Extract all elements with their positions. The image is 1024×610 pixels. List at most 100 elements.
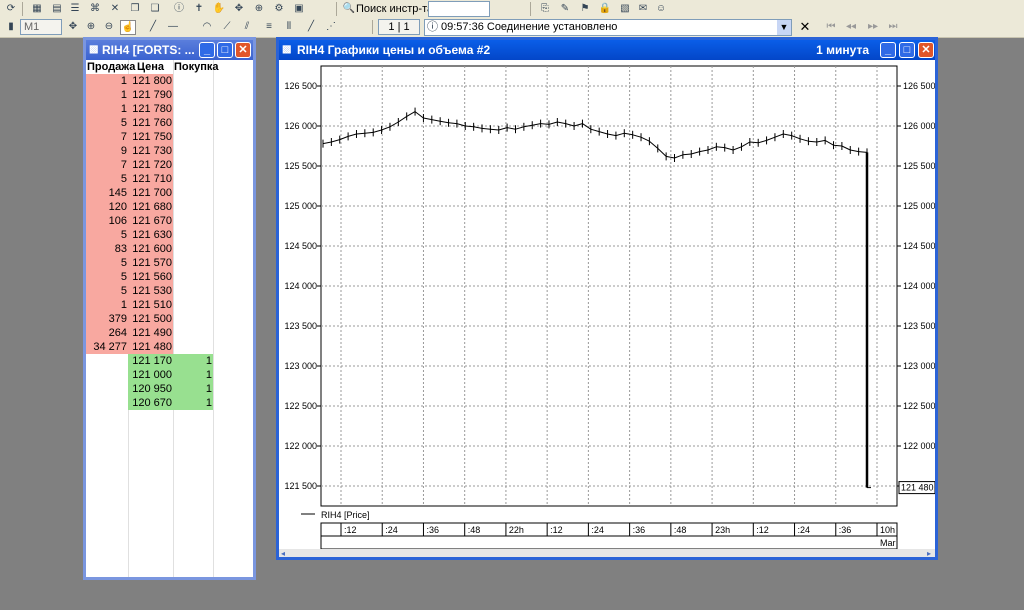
prev-icon[interactable]: ◂◂: [844, 20, 858, 33]
price-chart[interactable]: 126 500 126 000 125 500 125 000 124 500 124 0…: [279, 60, 935, 557]
orderbook-rows: 1 121 800 1 121 790 1 121 780 5 121 760 7 121 750…: [86, 74, 213, 410]
cross-icon[interactable]: ✕: [108, 2, 122, 15]
toolbar-separator: [372, 20, 373, 34]
orderbook-row[interactable]: 120 950 1: [86, 382, 213, 396]
hline-tool-icon[interactable]: ―: [166, 20, 180, 33]
chart-titlebar[interactable]: ▩ RIH4 Графики цены и объема #2 1 минута…: [279, 40, 935, 60]
close-icon[interactable]: ✕: [798, 20, 812, 33]
y-tick-label: 125 500: [284, 161, 317, 171]
orderbook-title: RIH4 [FORTS: ...: [102, 43, 195, 57]
minimize-button[interactable]: _: [880, 42, 896, 58]
chart-window-icon: ▩: [282, 44, 292, 55]
drag-icon[interactable]: ✥: [232, 2, 246, 15]
x-tick-label: :36: [839, 525, 852, 535]
cell-sell: 1: [86, 298, 128, 312]
zoom-icon[interactable]: ⊕: [252, 2, 266, 15]
arc-tool-icon[interactable]: ◠: [200, 20, 214, 33]
bar-chart-icon[interactable]: ▮: [4, 20, 18, 33]
line-tool-icon[interactable]: ╱: [146, 20, 160, 33]
orderbook-row[interactable]: 1 121 780: [86, 102, 213, 116]
orderbook-row[interactable]: 5 121 560: [86, 270, 213, 284]
zoom-out-icon[interactable]: ⊖: [102, 20, 116, 33]
hand-icon[interactable]: ☝: [120, 20, 136, 35]
gann-tool-icon[interactable]: ⋰: [324, 20, 338, 33]
table-icon[interactable]: ▦: [30, 2, 44, 15]
y-tick-label: 121 500: [284, 481, 317, 491]
last-icon[interactable]: ⏭: [886, 20, 900, 33]
orderbook-row[interactable]: 5 121 710: [86, 172, 213, 186]
orderbook-row[interactable]: 121 170 1: [86, 354, 213, 368]
close-button[interactable]: ✕: [235, 42, 251, 58]
orderbook-row[interactable]: 120 121 680: [86, 200, 213, 214]
orderbook-row[interactable]: 120 670 1: [86, 396, 213, 410]
orderbook-row[interactable]: 145 121 700: [86, 186, 213, 200]
orderbook-row[interactable]: 5 121 760: [86, 116, 213, 130]
fan-tool-icon[interactable]: ⟋: [220, 20, 234, 33]
horizontal-scrollbar[interactable]: ◂ ▸: [279, 549, 935, 557]
close-button[interactable]: ✕: [918, 42, 934, 58]
ticket-icon[interactable]: ✎: [558, 2, 572, 15]
scroll-left-icon: ◂: [281, 549, 285, 557]
orderbook-row[interactable]: 106 121 670: [86, 214, 213, 228]
alert-icon[interactable]: ⚑: [578, 2, 592, 15]
list-icon[interactable]: ☰: [68, 2, 82, 15]
orderbook-titlebar[interactable]: ▩ RIH4 [FORTS: ... _ □ ✕: [86, 40, 253, 60]
orderbook-row[interactable]: 83 121 600: [86, 242, 213, 256]
settings-icon[interactable]: ⚙: [272, 2, 286, 15]
fibo-tool-icon[interactable]: ≡: [262, 20, 276, 33]
y-tick-label: 126 000: [284, 121, 317, 131]
next-icon[interactable]: ▸▸: [866, 20, 880, 33]
portfolio-icon[interactable]: ▧: [618, 2, 632, 15]
orderbook-row[interactable]: 5 121 630: [86, 228, 213, 242]
channel-tool-icon[interactable]: ⫽: [240, 20, 254, 33]
orderbook-row[interactable]: 34 277 121 480: [86, 340, 213, 354]
cell-price: 121 560: [128, 270, 173, 284]
refresh-icon[interactable]: ⟳: [4, 2, 18, 15]
move-icon[interactable]: ✥: [66, 20, 80, 33]
status-dropdown[interactable]: ⓘ 09:57:36 Соединение установлено ▼: [424, 19, 792, 36]
zoom-in-icon[interactable]: ⊕: [84, 20, 98, 33]
cycles-tool-icon[interactable]: ⦀: [282, 20, 296, 33]
orderbook-row[interactable]: 7 121 720: [86, 158, 213, 172]
column-header-buy[interactable]: Покупка: [173, 60, 219, 74]
orderbook-row[interactable]: 9 121 730: [86, 144, 213, 158]
orderbook-row[interactable]: 264 121 490: [86, 326, 213, 340]
lock-icon[interactable]: 🔒: [598, 2, 612, 15]
search-input[interactable]: [428, 1, 490, 17]
y-tick-label: 125 000: [284, 201, 317, 211]
cell-price: 120 950: [128, 382, 173, 396]
scroll-right-icon: ▸: [927, 549, 931, 557]
order-icon[interactable]: ⎘: [538, 2, 552, 15]
chevron-down-icon[interactable]: ▼: [777, 20, 791, 35]
search-icon[interactable]: 🔍: [342, 2, 356, 15]
window-icon-2[interactable]: ❑: [148, 2, 162, 15]
user-icon[interactable]: ☺: [654, 2, 668, 15]
cell-sell: 106: [86, 214, 128, 228]
chart-icon[interactable]: ▤: [50, 2, 64, 15]
connect-icon[interactable]: ⌘: [88, 2, 102, 15]
maximize-button[interactable]: □: [217, 42, 233, 58]
grid-icon[interactable]: ▣: [292, 2, 306, 15]
orderbook-row[interactable]: 5 121 530: [86, 284, 213, 298]
timeframe-select[interactable]: M1: [20, 19, 62, 35]
pin-icon[interactable]: ✝: [192, 2, 206, 15]
orderbook-row[interactable]: 1 121 510: [86, 298, 213, 312]
trend-tool-icon[interactable]: ╱: [304, 20, 318, 33]
orderbook-row[interactable]: 7 121 750: [86, 130, 213, 144]
orderbook-row[interactable]: 121 000 1: [86, 368, 213, 382]
column-header-sell[interactable]: Продажа: [86, 60, 135, 74]
cell-sell: 1: [86, 102, 128, 116]
orderbook-row[interactable]: 1 121 800: [86, 74, 213, 88]
mail-icon[interactable]: ✉: [636, 2, 650, 15]
maximize-button[interactable]: □: [899, 42, 915, 58]
hand-icon[interactable]: ✋: [212, 2, 226, 15]
orderbook-row[interactable]: 5 121 570: [86, 256, 213, 270]
orderbook-row[interactable]: 1 121 790: [86, 88, 213, 102]
first-icon[interactable]: ⏮: [824, 20, 838, 33]
orderbook-row[interactable]: 379 121 500: [86, 312, 213, 326]
window-icon[interactable]: ❐: [128, 2, 142, 15]
info-icon[interactable]: ⓘ: [172, 2, 186, 15]
cell-price: 121 680: [128, 200, 173, 214]
minimize-button[interactable]: _: [199, 42, 215, 58]
page-counter: 1 | 1: [378, 19, 420, 35]
